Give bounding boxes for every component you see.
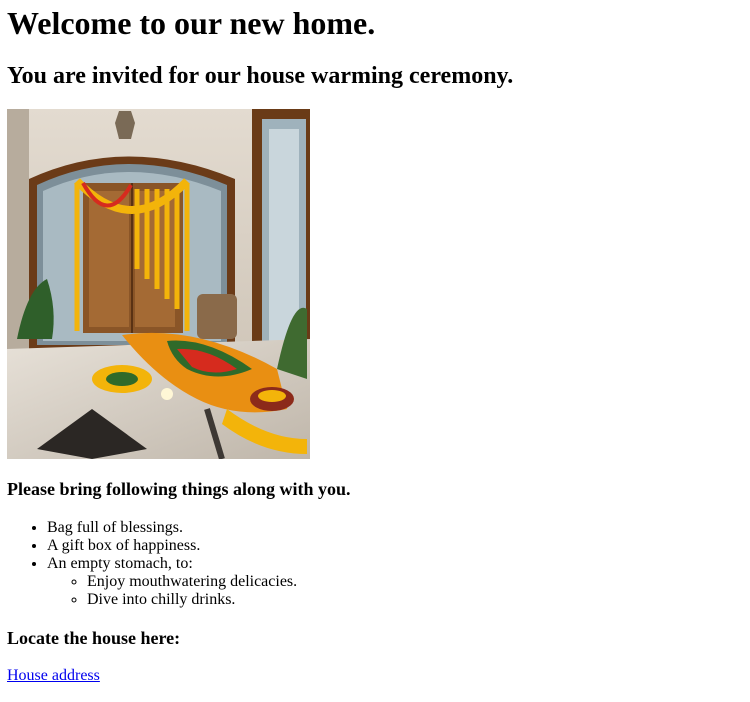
page-subtitle: You are invited for our house warming ce… <box>7 63 514 89</box>
locate-heading: Locate the house here: <box>7 628 181 648</box>
bring-items-heading: Please bring following things along with… <box>7 479 351 499</box>
list-item: An empty stomach, to: Enjoy mouthwaterin… <box>47 555 297 609</box>
sub-list-item: Enjoy mouthwatering delicacies. <box>87 573 297 591</box>
page-title: Welcome to our new home. <box>7 5 376 41</box>
list-item-label: An empty stomach, to: <box>47 555 193 572</box>
house-address-link[interactable]: House address <box>7 667 100 685</box>
bring-items-list: Bag full of blessings. A gift box of hap… <box>7 519 297 609</box>
decorated-entrance-photo <box>7 109 310 459</box>
list-item: Bag full of blessings. <box>47 519 297 537</box>
sub-list-item: Dive into chilly drinks. <box>87 591 297 609</box>
list-item: A gift box of happiness. <box>47 537 297 555</box>
sub-list: Enjoy mouthwatering delicacies. Dive int… <box>47 573 297 609</box>
